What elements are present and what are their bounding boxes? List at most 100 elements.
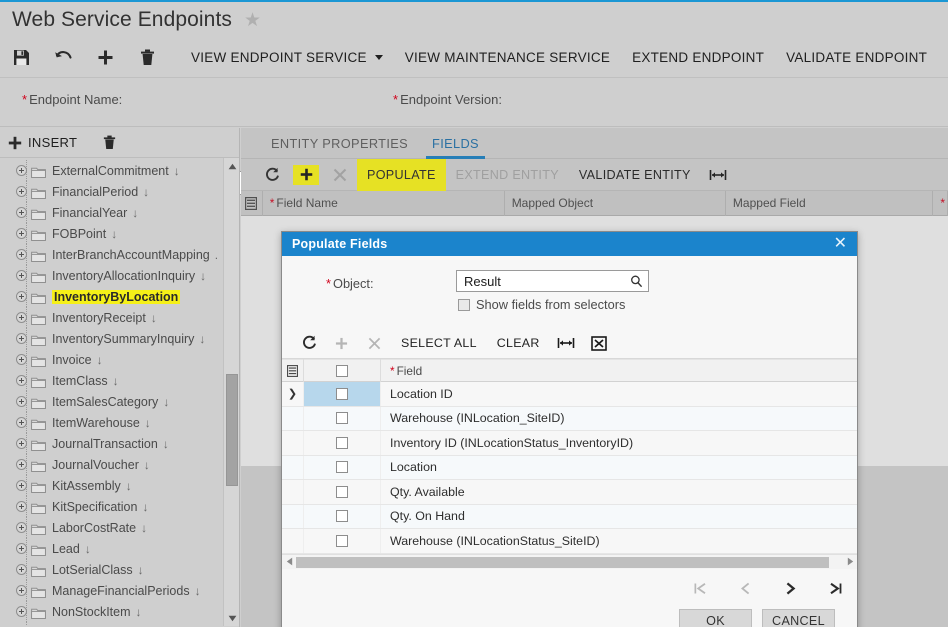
table-row[interactable]: Warehouse (INLocationStatus_SiteID) [282, 529, 857, 554]
expand-toggle-icon[interactable] [16, 438, 27, 449]
delete-field-button[interactable] [323, 159, 357, 191]
table-row[interactable]: Inventory ID (INLocationStatus_Inventory… [282, 431, 857, 456]
search-icon[interactable] [630, 275, 643, 288]
tree-delete-button[interactable] [103, 135, 116, 150]
expand-toggle-icon[interactable] [16, 249, 27, 260]
dialog-horizontal-scrollbar[interactable] [282, 553, 857, 569]
tree-item-itemclass[interactable]: ItemClass ↓ [0, 370, 239, 391]
page-first-icon[interactable] [693, 581, 708, 596]
expand-toggle-icon[interactable] [16, 522, 27, 533]
expand-toggle-icon[interactable] [16, 312, 27, 323]
table-row[interactable]: Warehouse (INLocation_SiteID) [282, 406, 857, 431]
populate-button[interactable]: POPULATE [357, 158, 446, 191]
column-config-icon[interactable] [241, 190, 263, 216]
expand-toggle-icon[interactable] [16, 354, 27, 365]
tree-item-kitspecification[interactable]: KitSpecification ↓ [0, 496, 239, 517]
tree-item-inventoryreceipt[interactable]: InventoryReceipt ↓ [0, 307, 239, 328]
dialog-hscroll-thumb[interactable] [296, 556, 829, 568]
page-prev-icon[interactable] [738, 581, 753, 596]
expand-toggle-icon[interactable] [16, 291, 27, 302]
tree-item-invoice[interactable]: Invoice ↓ [0, 349, 239, 370]
expand-toggle-icon[interactable] [16, 564, 27, 575]
row-checkbox[interactable] [304, 455, 381, 479]
column-config-icon[interactable] [282, 359, 304, 382]
clear-button[interactable]: CLEAR [487, 328, 550, 359]
column-header-field-name[interactable]: * Field Name [263, 190, 505, 216]
column-header-mapped-field[interactable]: Mapped Field [726, 190, 934, 216]
expand-toggle-icon[interactable] [16, 585, 27, 596]
expand-toggle-icon[interactable] [16, 207, 27, 218]
row-checkbox[interactable] [304, 480, 381, 504]
ok-button[interactable]: OK [679, 608, 752, 627]
close-icon[interactable]: ✕ [832, 236, 849, 252]
expand-toggle-icon[interactable] [16, 375, 27, 386]
expand-toggle-icon[interactable] [16, 165, 27, 176]
expand-toggle-icon[interactable] [16, 543, 27, 554]
tab-entity-properties[interactable]: ENTITY PROPERTIES [259, 136, 420, 158]
tree-item-financialperiod[interactable]: FinancialPeriod ↓ [0, 181, 239, 202]
row-checkbox[interactable] [304, 529, 381, 553]
tree-item-laborcostrate[interactable]: LaborCostRate ↓ [0, 517, 239, 538]
tab-fields[interactable]: FIELDS [420, 136, 491, 159]
tree-item-lead[interactable]: Lead ↓ [0, 538, 239, 559]
tree-item-inventoryallocationinquiry[interactable]: InventoryAllocationInquiry ↓ [0, 265, 239, 286]
extend-endpoint-button[interactable]: EXTEND ENDPOINT [621, 38, 775, 78]
add-field-button[interactable] [293, 164, 319, 185]
tree-item-externalcommitment[interactable]: ExternalCommitment ↓ [0, 160, 239, 181]
tree-item-inventorybylocation[interactable]: InventoryByLocation [0, 286, 239, 307]
table-row[interactable]: Qty. Available [282, 480, 857, 505]
add-icon[interactable] [84, 38, 126, 78]
row-checkbox[interactable] [304, 431, 381, 455]
scroll-down-arrow-icon[interactable] [224, 610, 239, 626]
tree-insert-button[interactable]: INSERT [8, 135, 77, 150]
expand-toggle-icon[interactable] [16, 396, 27, 407]
tree-item-itemwarehouse[interactable]: ItemWarehouse ↓ [0, 412, 239, 433]
show-fields-from-selectors-checkbox[interactable]: Show fields from selectors [458, 297, 625, 312]
table-row[interactable]: Qty. On Hand [282, 504, 857, 529]
save-icon[interactable] [0, 38, 42, 78]
table-row[interactable]: Location [282, 455, 857, 480]
expand-toggle-icon[interactable] [16, 606, 27, 617]
refresh-icon[interactable] [292, 328, 325, 359]
star-icon[interactable]: ★ [244, 11, 261, 30]
row-checkbox[interactable] [304, 406, 381, 430]
tree-item-journaltransaction[interactable]: JournalTransaction ↓ [0, 433, 239, 454]
validate-endpoint-button[interactable]: VALIDATE ENDPOINT [775, 38, 938, 78]
tree-item-nonstockitem[interactable]: NonStockItem ↓ [0, 601, 239, 622]
view-endpoint-service-button[interactable]: VIEW ENDPOINT SERVICE [180, 38, 394, 78]
delete-icon[interactable] [126, 38, 168, 78]
column-header-field[interactable]: * Field [381, 359, 857, 382]
row-checkbox[interactable] [304, 382, 381, 406]
expand-toggle-icon[interactable] [16, 459, 27, 470]
scroll-right-arrow-icon[interactable] [843, 557, 857, 566]
tree-scroll-thumb[interactable] [226, 374, 238, 486]
tree-scroll-area[interactable]: ExternalCommitment ↓ FinancialPeriod ↓ Finan… [0, 158, 239, 626]
object-input[interactable]: Result [456, 270, 649, 292]
tree-item-lotserialclass[interactable]: LotSerialClass ↓ [0, 559, 239, 580]
cancel-button[interactable]: CANCEL [762, 608, 835, 627]
expand-toggle-icon[interactable] [16, 480, 27, 491]
validate-entity-button[interactable]: VALIDATE ENTITY [569, 159, 701, 191]
row-checkbox[interactable] [304, 504, 381, 528]
page-last-icon[interactable] [828, 581, 843, 596]
select-all-checkbox[interactable] [304, 359, 381, 382]
tree-item-managefinancialperiods[interactable]: ManageFinancialPeriods ↓ [0, 580, 239, 601]
column-header-mapped-object[interactable]: Mapped Object [505, 190, 726, 216]
export-excel-icon[interactable] [583, 328, 616, 359]
tree-item-kitassembly[interactable]: KitAssembly ↓ [0, 475, 239, 496]
view-maintenance-service-button[interactable]: VIEW MAINTENANCE SERVICE [394, 38, 621, 78]
fit-columns-icon[interactable] [550, 328, 583, 359]
column-header-partial[interactable]: * [933, 190, 948, 216]
tree-item-itemsalescategory[interactable]: ItemSalesCategory ↓ [0, 391, 239, 412]
expand-toggle-icon[interactable] [16, 270, 27, 281]
expand-toggle-icon[interactable] [16, 417, 27, 428]
tree-item-opportunity[interactable]: Opportunity ↓ [0, 622, 239, 626]
table-row[interactable]: ❯ Location ID [282, 382, 857, 407]
tree-item-journalvoucher[interactable]: JournalVoucher ↓ [0, 454, 239, 475]
undo-icon[interactable] [42, 38, 84, 78]
select-all-button[interactable]: SELECT ALL [391, 328, 487, 359]
page-next-icon[interactable] [783, 581, 798, 596]
expand-toggle-icon[interactable] [16, 228, 27, 239]
expand-toggle-icon[interactable] [16, 186, 27, 197]
tree-vertical-scrollbar[interactable] [223, 158, 239, 626]
